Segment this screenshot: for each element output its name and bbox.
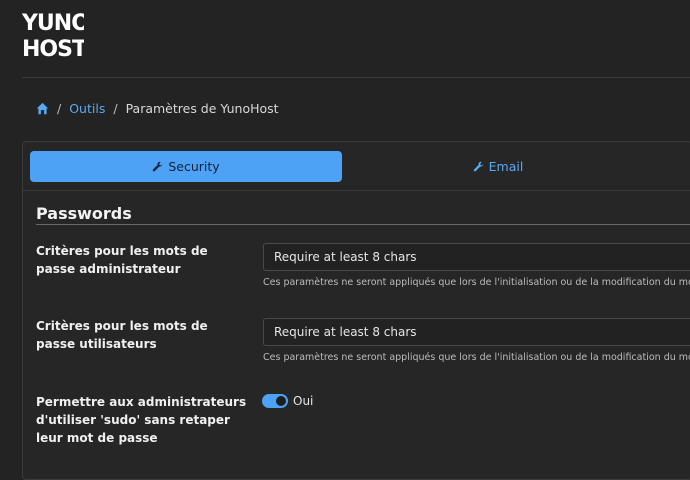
breadcrumb-separator: / [113,101,118,116]
wrench-icon [473,161,483,172]
section-title: Passwords [36,204,132,223]
home-icon[interactable] [36,102,49,115]
admin-password-select[interactable]: Require at least 8 chars [263,243,690,271]
user-password-help: Ces paramètres ne seront appliqués que l… [263,352,690,363]
wrench-icon [153,161,163,172]
settings-card: Security Email Passwords Critères pour l… [22,141,690,480]
breadcrumb-current: Paramètres de YunoHost [125,101,279,116]
sudo-toggle[interactable] [262,394,288,408]
yunohost-logo[interactable]: YUNO HOST [20,8,90,62]
setting-label-sudo: Permettre aux administrateurs d'utiliser… [36,395,247,445]
setting-label-admin-password: Critères pour les mots de passe administ… [36,244,208,276]
section-divider [36,224,690,225]
tab-security[interactable]: Security [30,151,342,182]
tab-security-label: Security [168,159,220,174]
toggle-knob [276,396,286,406]
admin-password-help: Ces paramètres ne seront appliqués que l… [263,277,690,288]
tab-email[interactable]: Email [342,151,654,182]
tab-email-label: Email [488,159,524,174]
breadcrumb: / Outils / Paramètres de YunoHost [36,101,279,116]
svg-text:HOST: HOST [22,37,84,60]
user-password-select[interactable]: Require at least 8 chars [263,318,690,346]
breadcrumb-link-outils[interactable]: Outils [69,101,105,116]
setting-label-user-password: Critères pour les mots de passe utilisat… [36,319,208,351]
svg-text:YUNO: YUNO [21,11,84,36]
header-divider [22,77,690,78]
sudo-toggle-label: Oui [293,394,314,408]
tab-bar: Security Email [23,142,690,191]
breadcrumb-separator: / [57,101,62,116]
